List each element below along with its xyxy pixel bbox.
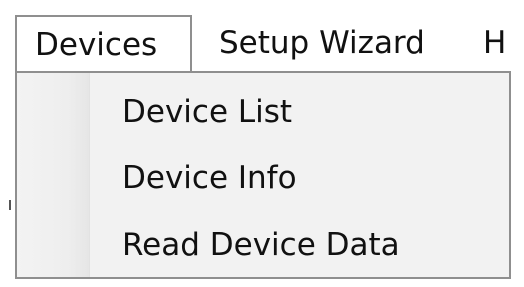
menu-setup-wizard[interactable]: Setup Wizard — [205, 15, 445, 71]
menu-help-truncated[interactable]: H — [479, 15, 519, 71]
menu-item-device-list[interactable]: Device List — [17, 82, 509, 142]
devices-dropdown-menu: Device List Device Info Read Device Data — [15, 71, 511, 279]
menu-item-label: Read Device Data — [122, 227, 400, 263]
menu-devices[interactable]: Devices — [15, 15, 192, 71]
menu-item-label: Device List — [122, 94, 293, 130]
application-window: Devices Setup Wizard H Device List Devic… — [0, 0, 524, 287]
window-edge-artifact — [9, 200, 11, 210]
menu-bar: Devices Setup Wizard H — [0, 13, 524, 73]
menu-item-read-device-data[interactable]: Read Device Data — [17, 215, 509, 275]
menu-item-device-info[interactable]: Device Info — [17, 148, 509, 208]
menu-item-label: Device Info — [122, 160, 297, 196]
